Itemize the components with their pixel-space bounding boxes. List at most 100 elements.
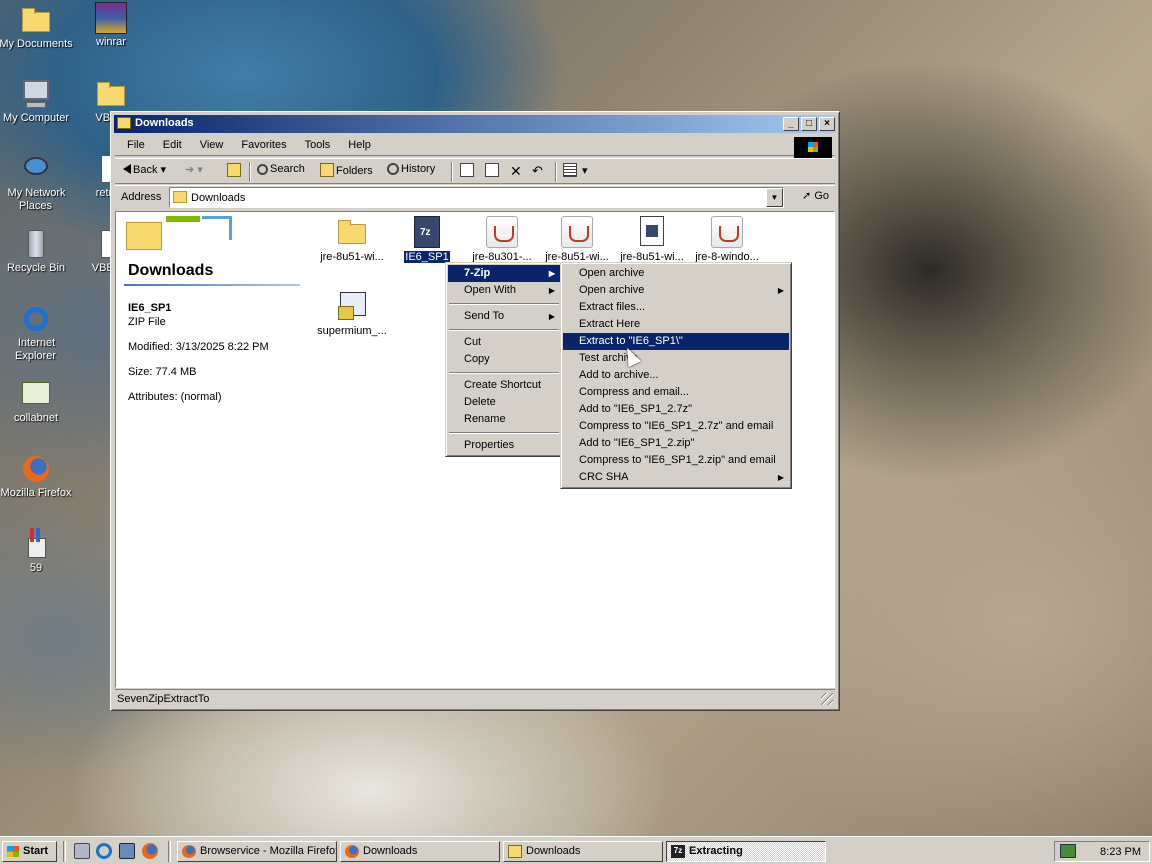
network-icon[interactable] (119, 843, 135, 859)
submenu-item-crc-sha[interactable]: CRC SHA ▶ (563, 469, 789, 486)
menu-help[interactable]: Help (342, 136, 377, 154)
submenu-item-extract-here[interactable]: Extract Here (563, 316, 789, 333)
context-menu-item-delete[interactable]: Delete (448, 394, 560, 411)
context-menu-item-create-shortcut[interactable]: Create Shortcut (448, 377, 560, 394)
submenu-item-extract-files[interactable]: Extract files... (563, 299, 789, 316)
task-button-firefox[interactable]: Browservice - Mozilla Firefox (177, 841, 337, 862)
desktop-icon-label: Mozilla Firefox (0, 487, 72, 499)
menu-bar: File Edit View Favorites Tools Help (115, 136, 835, 159)
move-to-icon (460, 163, 474, 177)
desktop-icon-label: collabnet (13, 412, 59, 424)
menu-view[interactable]: View (194, 136, 230, 154)
submenu-item-compress-zip-email[interactable]: Compress to "IE6_SP1_2.zip" and email (563, 452, 789, 469)
forward-button[interactable]: ➔ ▾ (185, 163, 203, 181)
network-tray-icon[interactable] (1060, 844, 1076, 858)
desktop-icon-59[interactable]: 59 (0, 528, 74, 575)
address-dropdown-button[interactable]: ▼ (766, 188, 783, 207)
file-item[interactable]: jre-8u51-wi... (539, 216, 615, 263)
context-menu: 7-Zip ▶ Open With ▶ Send To ▶ Cut Copy Crea… (445, 262, 563, 457)
file-item[interactable]: jre-8u301-... (464, 216, 540, 263)
submenu-item-test-archive[interactable]: Test archive (563, 350, 789, 367)
desktop-icon-network-places[interactable]: My Network Places (0, 153, 74, 213)
close-button[interactable]: × (819, 117, 835, 131)
file-label: IE6_SP1 (404, 251, 450, 263)
address-label: Address (121, 191, 162, 203)
undo-button[interactable]: ↶ (532, 163, 543, 181)
folder-icon (95, 78, 127, 110)
menu-tools[interactable]: Tools (299, 136, 337, 154)
context-menu-item-7zip[interactable]: 7-Zip ▶ (448, 265, 560, 282)
toolbar-separator (451, 162, 453, 182)
show-desktop-icon[interactable] (74, 843, 90, 859)
menu-favorites[interactable]: Favorites (235, 136, 292, 154)
file-item[interactable]: jre-8-windo... (689, 216, 765, 263)
move-to-button[interactable] (460, 163, 476, 181)
desktop-icon-recycle-bin[interactable]: Recycle Bin (0, 228, 74, 275)
submenu-item-add-to-zip[interactable]: Add to "IE6_SP1_2.zip" (563, 435, 789, 452)
views-button[interactable]: ▾ (563, 163, 588, 181)
delete-button[interactable]: ✕ (510, 163, 522, 181)
address-field[interactable]: Downloads ▼ (169, 187, 784, 208)
submenu-item-open-archive-more[interactable]: Open archive ▶ (563, 282, 789, 299)
back-button[interactable]: Back ▾ (123, 163, 166, 181)
folders-icon (320, 163, 334, 177)
go-button[interactable]: ➚ Go (802, 189, 829, 202)
folders-button[interactable]: Folders (320, 163, 373, 181)
desktop-icon-collabnet[interactable]: collabnet (0, 378, 74, 425)
firefox-icon (20, 453, 52, 485)
internet-explorer-icon[interactable] (96, 843, 112, 859)
search-button[interactable]: Search (257, 163, 305, 181)
desktop-icon-my-documents[interactable]: My Documents (0, 4, 74, 51)
submenu-item-compress-7z-email[interactable]: Compress to "IE6_SP1_2.7z" and email (563, 418, 789, 435)
maximize-button[interactable]: □ (801, 117, 817, 131)
7zip-file-icon (636, 216, 668, 248)
submenu-item-compress-and-email[interactable]: Compress and email... (563, 384, 789, 401)
file-item[interactable]: jre-8u51-wi... (314, 216, 390, 263)
selected-name: IE6_SP1 (128, 302, 172, 314)
task-label: Extracting (689, 845, 743, 857)
menu-separator (448, 428, 560, 437)
file-item-selected[interactable]: IE6_SP1 (389, 216, 465, 263)
file-item[interactable]: jre-8u51-wi... (614, 216, 690, 263)
copy-to-button[interactable] (485, 163, 501, 181)
start-button[interactable]: Start (2, 841, 57, 862)
recycle-bin-icon (20, 228, 52, 260)
submenu-item-extract-to[interactable]: Extract to "IE6_SP1\" (563, 333, 789, 350)
context-menu-item-rename[interactable]: Rename (448, 411, 560, 428)
title-bar[interactable]: Downloads _ □ × (114, 115, 836, 133)
submenu-item-open-archive[interactable]: Open archive (563, 265, 789, 282)
file-label: supermium_... (317, 325, 387, 337)
7zip-icon: 7z (671, 845, 685, 858)
task-button-downloads-2[interactable]: Downloads (503, 841, 663, 862)
firefox-icon[interactable] (142, 843, 158, 859)
task-button-downloads-1[interactable]: Downloads (340, 841, 500, 862)
file-item[interactable]: supermium_... (314, 290, 390, 337)
context-menu-item-copy[interactable]: Copy (448, 351, 560, 368)
desktop-icon-winrar[interactable]: winrar (73, 2, 149, 49)
file-label: jre-8u51-wi... (320, 251, 384, 263)
clock[interactable]: 8:23 PM (1100, 846, 1141, 858)
submenu-item-add-to-archive[interactable]: Add to archive... (563, 367, 789, 384)
desktop-icon-firefox[interactable]: Mozilla Firefox (0, 453, 74, 500)
context-menu-item-send-to[interactable]: Send To ▶ (448, 308, 560, 325)
history-button[interactable]: History (387, 163, 435, 181)
desktop-icon-internet-explorer[interactable]: Internet Explorer (0, 303, 74, 363)
context-menu-item-cut[interactable]: Cut (448, 334, 560, 351)
submenu-item-add-to-7z[interactable]: Add to "IE6_SP1_2.7z" (563, 401, 789, 418)
copy-to-icon (485, 163, 499, 177)
taskbar-separator (168, 841, 171, 862)
context-menu-item-properties[interactable]: Properties (448, 437, 560, 454)
resize-grip-icon[interactable] (821, 693, 833, 705)
java-icon (561, 216, 593, 248)
menu-edit[interactable]: Edit (157, 136, 188, 154)
desktop-icon-my-computer[interactable]: My Computer (0, 78, 74, 125)
task-label: Downloads (363, 845, 418, 857)
back-label: Back (133, 164, 158, 176)
menu-file[interactable]: File (121, 136, 151, 154)
desktop-icon-label: winrar (96, 36, 126, 48)
up-folder-button[interactable] (227, 163, 243, 181)
search-icon (257, 164, 268, 175)
task-button-extracting[interactable]: 7z Extracting (666, 841, 826, 862)
context-menu-item-open-with[interactable]: Open With ▶ (448, 282, 560, 299)
minimize-button[interactable]: _ (783, 117, 799, 131)
